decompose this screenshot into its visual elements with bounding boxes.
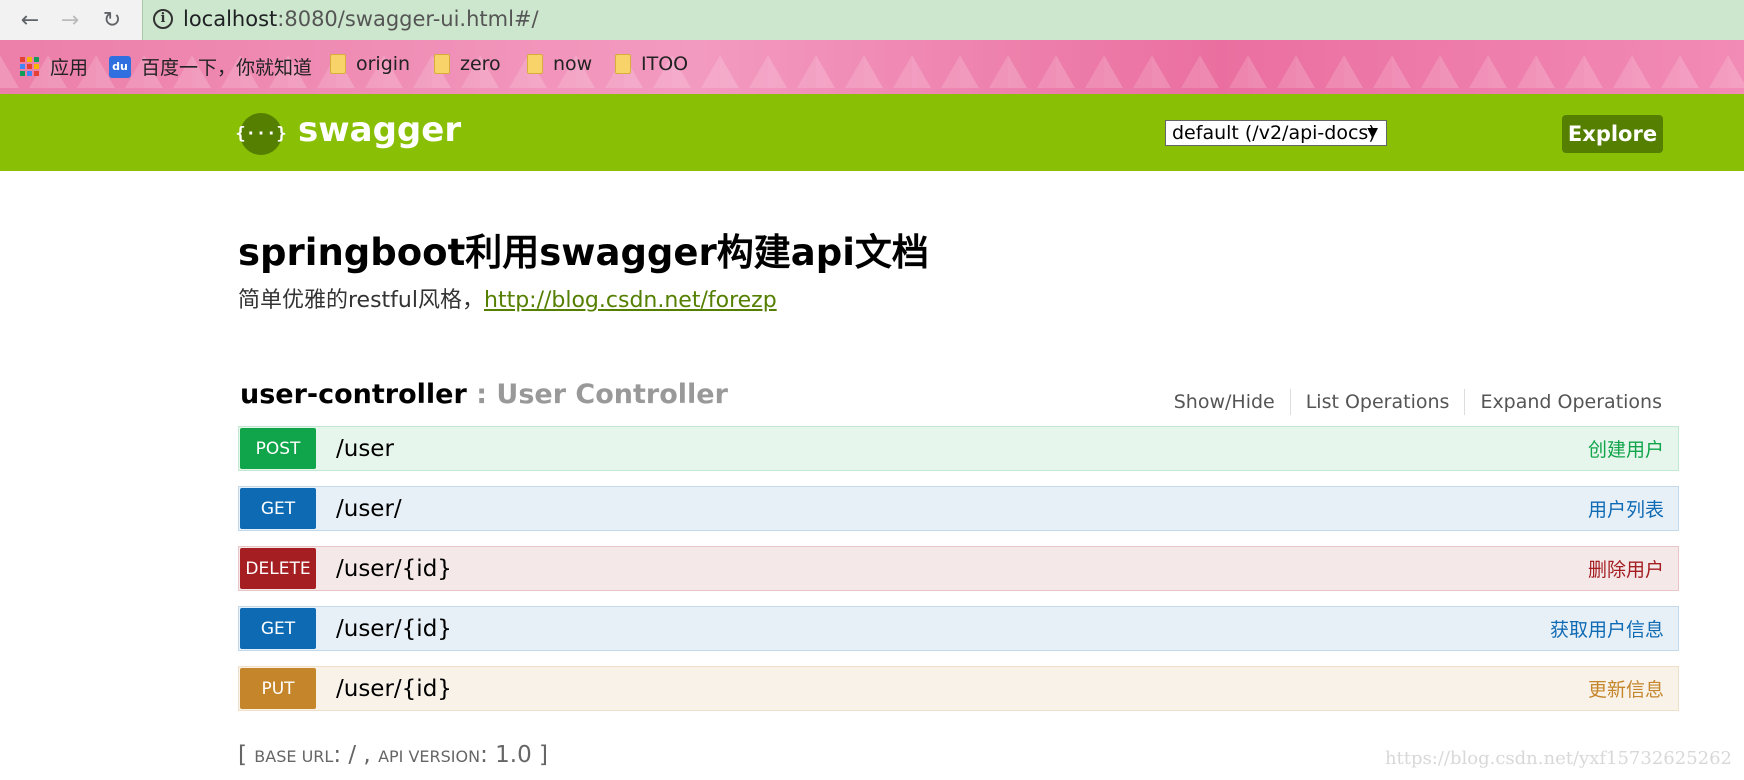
bookmark-label: 应用 [50,57,89,79]
api-footer: [ Base url: / , api version: 1.0 ] [238,742,548,768]
bookmark-label: zero [460,53,501,75]
operation-summary[interactable]: 删除用户 [1588,555,1664,582]
operation-summary[interactable]: 用户列表 [1588,495,1664,522]
http-method-badge[interactable]: POST [240,428,316,469]
bookmark-label: now [553,53,593,75]
api-version-value: : 1.0 ] [480,742,548,768]
list-operations-link[interactable]: List Operations [1306,391,1450,413]
api-description: 简单优雅的restful风格，http://blog.csdn.net/fore… [238,288,777,313]
operation-path[interactable]: /user/{id} [336,616,452,642]
bookmark-label: 百度一下，你就知道 [141,57,313,79]
url-text[interactable]: localhost:8080/swagger-ui.html#/ [183,7,539,31]
resource-heading[interactable]: user-controller : User Controller [240,379,728,410]
operation-path[interactable]: /user/ [336,496,402,522]
operation-path[interactable]: /user/{id} [336,556,452,582]
bookmark-zero[interactable]: zero [434,53,501,75]
operation-post-user[interactable]: POST /user 创建用户 [238,426,1679,471]
swagger-header: {···} swagger default (/v2/api-docs) ▼ E… [0,94,1744,171]
watermark: https://blog.csdn.net/yxf15732625262 [1384,748,1732,769]
operation-path[interactable]: /user [336,436,394,462]
expand-operations-link[interactable]: Expand Operations [1480,391,1662,413]
bookmark-baidu[interactable]: du 百度一下，你就知道 [109,53,312,80]
operation-get-user-by-id[interactable]: GET /user/{id} 获取用户信息 [238,606,1679,651]
resource-options: Show/Hide List Operations Expand Operati… [1174,389,1662,415]
folder-icon [434,54,450,74]
address-bar[interactable]: i localhost:8080/swagger-ui.html#/ [142,0,1744,40]
operation-get-user-list[interactable]: GET /user/ 用户列表 [238,486,1679,531]
base-url-label: Base url [254,747,334,766]
api-title: springboot利用swagger构建api文档 [238,231,929,274]
operation-path[interactable]: /user/{id} [336,676,452,702]
bookmarks-bar: 应用 du 百度一下，你就知道 origin zero now ITOO [0,40,1744,94]
api-docs-select[interactable]: default (/v2/api-docs) ▼ [1165,120,1387,146]
swagger-logo-icon[interactable]: {···} [235,113,287,155]
browser-toolbar: ← → ↻ i localhost:8080/swagger-ui.html#/ [0,0,1744,40]
operation-summary[interactable]: 创建用户 [1588,435,1664,462]
divider [1464,389,1466,415]
swagger-title[interactable]: swagger [298,110,461,150]
folder-icon [330,54,346,74]
bookmark-origin[interactable]: origin [330,53,410,75]
bookmark-apps[interactable]: 应用 [20,53,88,80]
show-hide-link[interactable]: Show/Hide [1174,391,1275,413]
resource-name[interactable]: user-controller [240,379,467,410]
http-method-badge[interactable]: GET [240,488,316,529]
bookmark-itoo[interactable]: ITOO [615,53,688,75]
dropdown-caret-icon: ▼ [1367,125,1378,141]
operation-summary[interactable]: 获取用户信息 [1550,615,1664,642]
bookmark-label: ITOO [641,53,689,75]
explore-button[interactable]: Explore [1562,115,1663,153]
operation-summary[interactable]: 更新信息 [1588,675,1664,702]
resource-description: : User Controller [466,379,728,410]
operation-delete-user[interactable]: DELETE /user/{id} 删除用户 [238,546,1679,591]
bookmark-now[interactable]: now [527,53,592,75]
divider [1289,389,1291,415]
http-method-badge[interactable]: PUT [240,668,316,709]
forward-arrow-icon[interactable]: → [56,6,84,34]
apps-grid-icon [20,56,40,77]
http-method-badge[interactable]: GET [240,608,316,649]
reload-icon[interactable]: ↻ [98,6,126,34]
site-info-icon[interactable]: i [153,9,173,29]
api-version-label: api version [378,747,481,766]
operation-put-user[interactable]: PUT /user/{id} 更新信息 [238,666,1679,711]
http-method-badge[interactable]: DELETE [240,548,316,589]
author-link[interactable]: http://blog.csdn.net/forezp [484,288,777,313]
back-arrow-icon[interactable]: ← [16,6,44,34]
folder-icon [527,54,543,74]
base-url-value: : / , [333,742,379,768]
baidu-icon: du [109,55,131,78]
operations-list: POST /user 创建用户 GET /user/ 用户列表 DELETE /… [238,426,1679,726]
bookmark-label: origin [356,53,411,75]
folder-icon [615,54,631,74]
